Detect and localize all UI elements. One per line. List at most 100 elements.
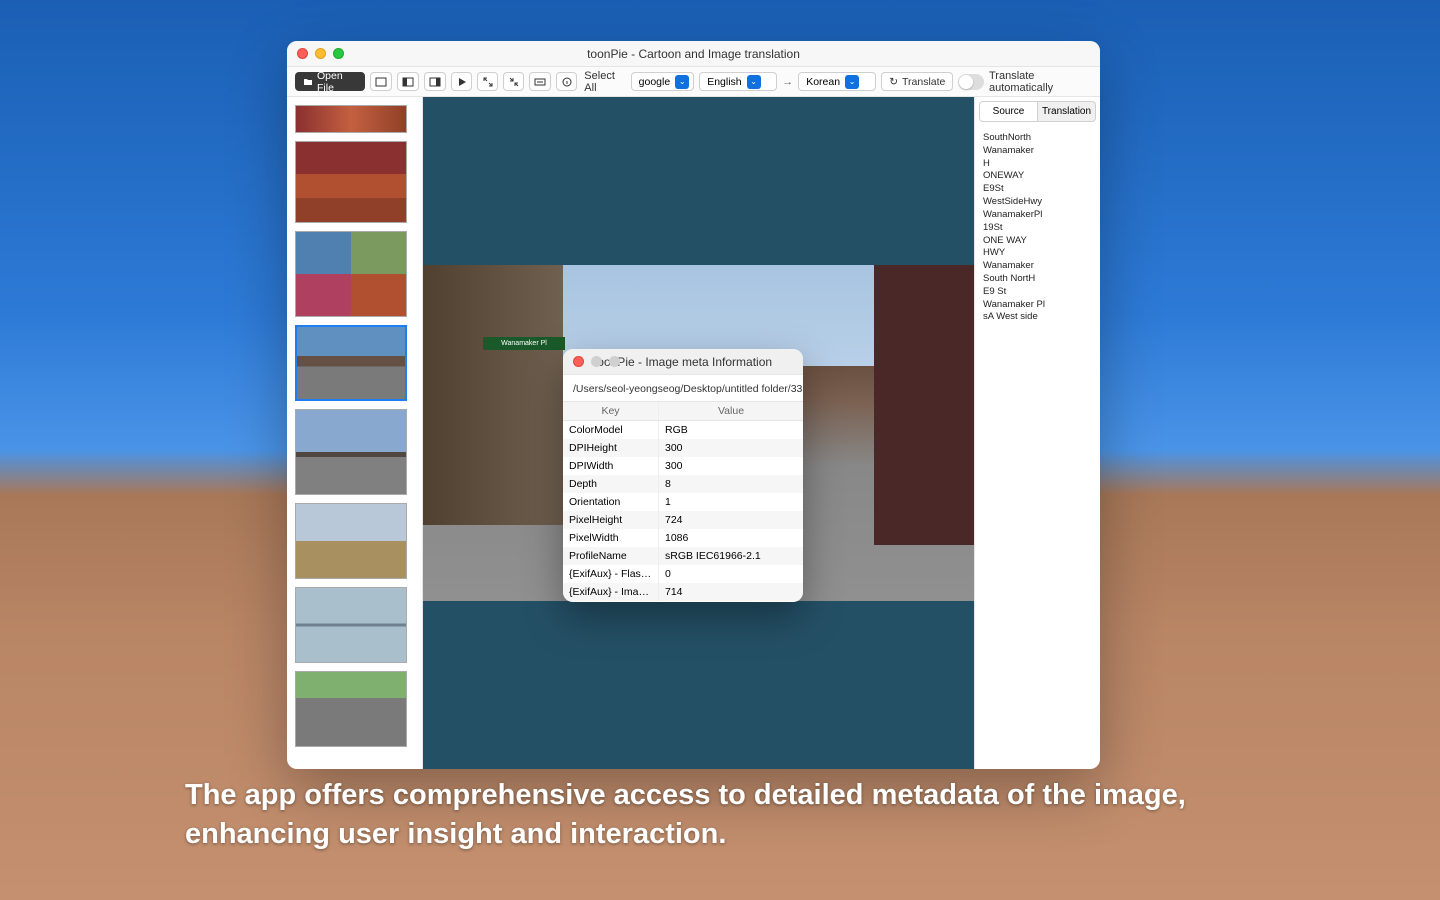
ocr-line: ONE WAY (983, 235, 1092, 248)
panel-tabs: Source Translation (975, 97, 1100, 126)
arrow-right-icon: → (782, 76, 793, 88)
meta-key: PixelHeight (563, 511, 659, 529)
tab-source[interactable]: Source (979, 101, 1038, 122)
minimize-icon (591, 356, 602, 367)
street-sign: Wanamaker Pl (483, 337, 565, 350)
ocr-line: WanamakerPl (983, 209, 1092, 222)
ocr-line: H (983, 158, 1092, 171)
meta-row[interactable]: ProfileNamesRGB IEC61966-2.1 (563, 547, 803, 565)
close-icon[interactable] (573, 356, 584, 367)
target-lang-value: Korean (806, 76, 840, 88)
header-value: Value (659, 402, 803, 420)
meta-key: Depth (563, 475, 659, 493)
expand-in-button[interactable] (503, 72, 524, 91)
meta-key: DPIWidth (563, 457, 659, 475)
meta-window: toonPie - Image meta Information /Users/… (563, 349, 803, 602)
meta-key: {ExifAux} - Imag... (563, 583, 659, 601)
zoom-icon (609, 356, 620, 367)
auto-translate-label: Translate automatically (989, 70, 1092, 94)
minimize-icon[interactable] (315, 48, 326, 59)
close-icon[interactable] (297, 48, 308, 59)
thumbnail-item[interactable] (295, 409, 407, 495)
folder-icon (303, 77, 313, 87)
provider-value: google (639, 76, 671, 88)
thumbnail-item[interactable] (295, 231, 407, 317)
meta-key: DPIHeight (563, 439, 659, 457)
meta-row[interactable]: {ExifAux} - Flash...0 (563, 565, 803, 583)
ocr-line: E9 St (983, 286, 1092, 299)
main-window-title: toonPie - Cartoon and Image translation (287, 47, 1100, 61)
meta-key: PixelWidth (563, 529, 659, 547)
refresh-icon: ↻ (889, 76, 898, 88)
source-language-select[interactable]: English ⌄ (699, 72, 777, 91)
meta-value: 300 (659, 457, 803, 475)
meta-value: 1086 (659, 529, 803, 547)
meta-value: 1 (659, 493, 803, 511)
meta-value: sRGB IEC61966-2.1 (659, 547, 803, 565)
layout-right-button[interactable] (424, 72, 446, 91)
toolbar: Open File Select All google ⌄ English ⌄ … (287, 67, 1100, 97)
ocr-line: HWY (983, 247, 1092, 260)
meta-row[interactable]: Orientation1 (563, 493, 803, 511)
meta-file-path: /Users/seol-yeongseog/Desktop/untitled f… (563, 375, 803, 401)
meta-key: ProfileName (563, 547, 659, 565)
meta-value: 8 (659, 475, 803, 493)
thumbnail-item[interactable] (295, 671, 407, 747)
meta-row[interactable]: PixelHeight724 (563, 511, 803, 529)
ocr-source-text: SouthNorthWanamakerHONEWAYE9StWestSideHw… (975, 126, 1100, 330)
open-file-button[interactable]: Open File (295, 72, 365, 91)
meta-row[interactable]: ColorModelRGB (563, 421, 803, 439)
ocr-line: Wanamaker Pl (983, 299, 1092, 312)
ocr-line: E9St (983, 183, 1092, 196)
meta-row[interactable]: Depth8 (563, 475, 803, 493)
ocr-line: sA West side (983, 311, 1092, 324)
chevron-down-icon: ⌄ (747, 75, 761, 89)
meta-value: RGB (659, 421, 803, 439)
source-lang-value: English (707, 76, 741, 88)
thumbnail-item[interactable] (295, 503, 407, 579)
layout-left-button[interactable] (397, 72, 419, 91)
traffic-lights (287, 48, 344, 59)
ocr-line: 19St (983, 222, 1092, 235)
open-file-label: Open File (317, 70, 357, 94)
expand-out-button[interactable] (477, 72, 498, 91)
meta-titlebar: toonPie - Image meta Information (563, 349, 803, 375)
meta-value: 714 (659, 583, 803, 601)
zoom-icon[interactable] (333, 48, 344, 59)
target-language-select[interactable]: Korean ⌄ (798, 72, 876, 91)
traffic-lights (563, 356, 620, 367)
thumbnail-item[interactable] (295, 105, 407, 133)
translate-button[interactable]: ↻ Translate (881, 72, 953, 91)
meta-table-header: Key Value (563, 402, 803, 421)
ocr-line: SouthNorth (983, 132, 1092, 145)
thumbnail-item[interactable] (295, 325, 407, 401)
meta-row[interactable]: DPIWidth300 (563, 457, 803, 475)
meta-table[interactable]: Key Value ColorModelRGBDPIHeight300DPIWi… (563, 401, 803, 602)
select-all-label[interactable]: Select All (584, 70, 625, 94)
ocr-line: WestSideHwy (983, 196, 1092, 209)
ocr-line: South NortH (983, 273, 1092, 286)
provider-select[interactable]: google ⌄ (631, 72, 695, 91)
thumbnail-item[interactable] (295, 141, 407, 223)
meta-key: {ExifAux} - Flash... (563, 565, 659, 583)
thumbnail-sidebar[interactable] (287, 97, 423, 769)
layout-full-button[interactable] (370, 72, 392, 91)
meta-value: 0 (659, 565, 803, 583)
auto-translate-toggle[interactable] (958, 74, 984, 90)
thumbnail-item[interactable] (295, 587, 407, 663)
meta-row[interactable]: PixelWidth1086 (563, 529, 803, 547)
chevron-down-icon: ⌄ (675, 75, 689, 89)
main-titlebar: toonPie - Cartoon and Image translation (287, 41, 1100, 67)
fit-width-button[interactable] (529, 72, 551, 91)
header-key: Key (563, 402, 659, 420)
meta-row[interactable]: {ExifAux} - Imag...714 (563, 583, 803, 601)
info-button[interactable] (556, 72, 577, 91)
meta-row[interactable]: DPIHeight300 (563, 439, 803, 457)
meta-value: 300 (659, 439, 803, 457)
meta-key: ColorModel (563, 421, 659, 439)
chevron-down-icon: ⌄ (845, 75, 859, 89)
meta-key: Orientation (563, 493, 659, 511)
play-button[interactable] (451, 72, 472, 91)
translate-label: Translate (902, 76, 945, 88)
tab-translation[interactable]: Translation (1038, 101, 1096, 122)
